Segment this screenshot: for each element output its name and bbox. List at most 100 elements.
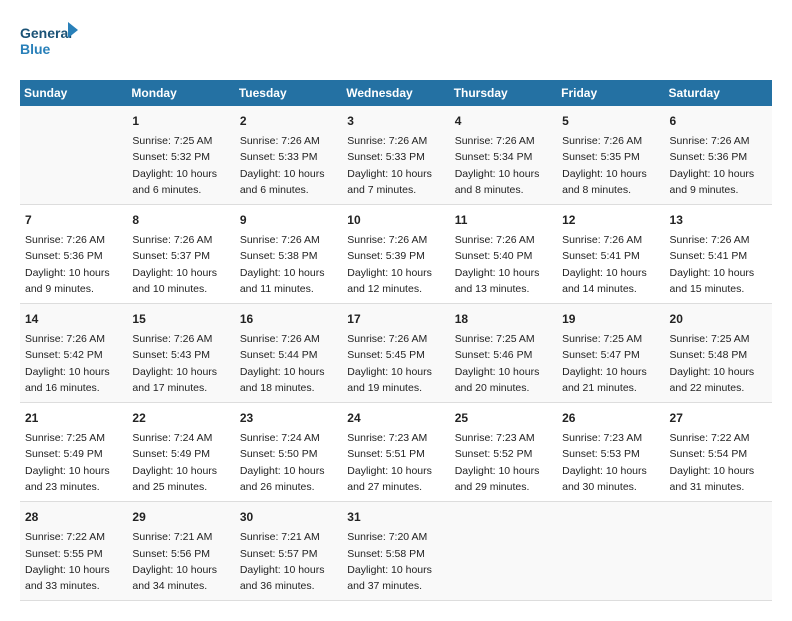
day-number: 31: [347, 508, 444, 526]
day-number: 18: [455, 310, 552, 328]
day-content: Sunrise: 7:26 AM Sunset: 5:41 PM Dayligh…: [562, 232, 659, 297]
day-header-wednesday: Wednesday: [342, 80, 449, 106]
calendar-cell: 2Sunrise: 7:26 AM Sunset: 5:33 PM Daylig…: [235, 106, 342, 205]
calendar-table: SundayMondayTuesdayWednesdayThursdayFrid…: [20, 80, 772, 601]
day-header-monday: Monday: [127, 80, 234, 106]
day-number: 15: [132, 310, 229, 328]
calendar-cell: 16 Sunrise: 7:26 AM Sunset: 5:44 PM Dayli…: [235, 304, 342, 403]
day-content: Sunrise: 7:23 AM Sunset: 5:51 PM Dayligh…: [347, 430, 444, 495]
day-content: Sunrise: 7:20 AM Sunset: 5:58 PM Dayligh…: [347, 529, 444, 594]
calendar-cell: 27 Sunrise: 7:22 AM Sunset: 5:54 PM Dayli…: [665, 403, 772, 502]
day-number: 13: [670, 211, 767, 229]
day-header-thursday: Thursday: [450, 80, 557, 106]
day-number: 8: [132, 211, 229, 229]
calendar-cell: 8 Sunrise: 7:26 AM Sunset: 5:37 PM Daylig…: [127, 205, 234, 304]
day-number: 11: [455, 211, 552, 229]
day-content: Sunrise: 7:26 AM Sunset: 5:43 PM Dayligh…: [132, 331, 229, 396]
day-number: 26: [562, 409, 659, 427]
day-number: 22: [132, 409, 229, 427]
day-number: 19: [562, 310, 659, 328]
calendar-cell: 19 Sunrise: 7:25 AM Sunset: 5:47 PM Dayli…: [557, 304, 664, 403]
day-number: 1: [132, 112, 229, 130]
day-content: Sunrise: 7:26 AM Sunset: 5:41 PM Dayligh…: [670, 232, 767, 297]
calendar-cell: 17Sunrise: 7:26 AM Sunset: 5:45 PM Dayli…: [342, 304, 449, 403]
day-number: 12: [562, 211, 659, 229]
day-number: 23: [240, 409, 337, 427]
day-content: Sunrise: 7:24 AM Sunset: 5:50 PM Dayligh…: [240, 430, 337, 495]
day-content: Sunrise: 7:26 AM Sunset: 5:36 PM Dayligh…: [670, 133, 767, 198]
day-number: 17: [347, 310, 444, 328]
day-number: 16: [240, 310, 337, 328]
calendar-cell: 4 Sunrise: 7:26 AM Sunset: 5:34 PM Daylig…: [450, 106, 557, 205]
day-number: 6: [670, 112, 767, 130]
day-content: Sunrise: 7:21 AM Sunset: 5:56 PM Dayligh…: [132, 529, 229, 594]
day-header-tuesday: Tuesday: [235, 80, 342, 106]
day-number: 30: [240, 508, 337, 526]
day-header-friday: Friday: [557, 80, 664, 106]
logo: GeneralBlue: [20, 20, 80, 60]
calendar-cell: 23 Sunrise: 7:24 AM Sunset: 5:50 PM Dayli…: [235, 403, 342, 502]
day-content: Sunrise: 7:24 AM Sunset: 5:49 PM Dayligh…: [132, 430, 229, 495]
week-row-4: 21Sunrise: 7:25 AM Sunset: 5:49 PM Dayli…: [20, 403, 772, 502]
week-row-1: 1 Sunrise: 7:25 AM Sunset: 5:32 PM Daylig…: [20, 106, 772, 205]
calendar-cell: 15 Sunrise: 7:26 AM Sunset: 5:43 PM Dayli…: [127, 304, 234, 403]
day-header-sunday: Sunday: [20, 80, 127, 106]
svg-text:General: General: [20, 25, 72, 41]
calendar-cell: [665, 502, 772, 601]
calendar-cell: 10 Sunrise: 7:26 AM Sunset: 5:39 PM Dayli…: [342, 205, 449, 304]
calendar-cell: 7Sunrise: 7:26 AM Sunset: 5:36 PM Daylig…: [20, 205, 127, 304]
calendar-cell: 9Sunrise: 7:26 AM Sunset: 5:38 PM Daylig…: [235, 205, 342, 304]
day-number: 10: [347, 211, 444, 229]
day-number: 14: [25, 310, 122, 328]
calendar-cell: 30 Sunrise: 7:21 AM Sunset: 5:57 PM Dayli…: [235, 502, 342, 601]
week-row-2: 7Sunrise: 7:26 AM Sunset: 5:36 PM Daylig…: [20, 205, 772, 304]
calendar-cell: 1 Sunrise: 7:25 AM Sunset: 5:32 PM Daylig…: [127, 106, 234, 205]
svg-text:Blue: Blue: [20, 41, 51, 57]
calendar-cell: 24 Sunrise: 7:23 AM Sunset: 5:51 PM Dayli…: [342, 403, 449, 502]
header-row: SundayMondayTuesdayWednesdayThursdayFrid…: [20, 80, 772, 106]
calendar-cell: 18Sunrise: 7:25 AM Sunset: 5:46 PM Dayli…: [450, 304, 557, 403]
calendar-cell: [557, 502, 664, 601]
day-content: Sunrise: 7:25 AM Sunset: 5:47 PM Dayligh…: [562, 331, 659, 396]
logo-svg: GeneralBlue: [20, 20, 80, 60]
calendar-cell: 26 Sunrise: 7:23 AM Sunset: 5:53 PM Dayli…: [557, 403, 664, 502]
day-content: Sunrise: 7:26 AM Sunset: 5:33 PM Dayligh…: [347, 133, 444, 198]
day-content: Sunrise: 7:21 AM Sunset: 5:57 PM Dayligh…: [240, 529, 337, 594]
day-content: Sunrise: 7:26 AM Sunset: 5:44 PM Dayligh…: [240, 331, 337, 396]
calendar-cell: 5 Sunrise: 7:26 AM Sunset: 5:35 PM Daylig…: [557, 106, 664, 205]
calendar-cell: 12 Sunrise: 7:26 AM Sunset: 5:41 PM Dayli…: [557, 205, 664, 304]
day-header-saturday: Saturday: [665, 80, 772, 106]
day-content: Sunrise: 7:26 AM Sunset: 5:40 PM Dayligh…: [455, 232, 552, 297]
calendar-cell: 13 Sunrise: 7:26 AM Sunset: 5:41 PM Dayli…: [665, 205, 772, 304]
day-content: Sunrise: 7:26 AM Sunset: 5:33 PM Dayligh…: [240, 133, 337, 198]
day-number: 25: [455, 409, 552, 427]
week-row-5: 28 Sunrise: 7:22 AM Sunset: 5:55 PM Dayli…: [20, 502, 772, 601]
day-content: Sunrise: 7:26 AM Sunset: 5:37 PM Dayligh…: [132, 232, 229, 297]
calendar-cell: 6 Sunrise: 7:26 AM Sunset: 5:36 PM Daylig…: [665, 106, 772, 205]
day-content: Sunrise: 7:26 AM Sunset: 5:35 PM Dayligh…: [562, 133, 659, 198]
day-number: 27: [670, 409, 767, 427]
day-content: Sunrise: 7:23 AM Sunset: 5:53 PM Dayligh…: [562, 430, 659, 495]
day-number: 4: [455, 112, 552, 130]
day-number: 5: [562, 112, 659, 130]
calendar-cell: 28 Sunrise: 7:22 AM Sunset: 5:55 PM Dayli…: [20, 502, 127, 601]
day-content: Sunrise: 7:22 AM Sunset: 5:55 PM Dayligh…: [25, 529, 122, 594]
calendar-cell: 21Sunrise: 7:25 AM Sunset: 5:49 PM Dayli…: [20, 403, 127, 502]
day-content: Sunrise: 7:25 AM Sunset: 5:49 PM Dayligh…: [25, 430, 122, 495]
day-number: 29: [132, 508, 229, 526]
calendar-cell: 25Sunrise: 7:23 AM Sunset: 5:52 PM Dayli…: [450, 403, 557, 502]
day-content: Sunrise: 7:26 AM Sunset: 5:34 PM Dayligh…: [455, 133, 552, 198]
day-number: 24: [347, 409, 444, 427]
day-content: Sunrise: 7:26 AM Sunset: 5:38 PM Dayligh…: [240, 232, 337, 297]
day-content: Sunrise: 7:22 AM Sunset: 5:54 PM Dayligh…: [670, 430, 767, 495]
day-content: Sunrise: 7:26 AM Sunset: 5:39 PM Dayligh…: [347, 232, 444, 297]
day-number: 20: [670, 310, 767, 328]
calendar-cell: 11 Sunrise: 7:26 AM Sunset: 5:40 PM Dayli…: [450, 205, 557, 304]
calendar-cell: 20 Sunrise: 7:25 AM Sunset: 5:48 PM Dayli…: [665, 304, 772, 403]
day-content: Sunrise: 7:25 AM Sunset: 5:32 PM Dayligh…: [132, 133, 229, 198]
day-content: Sunrise: 7:25 AM Sunset: 5:48 PM Dayligh…: [670, 331, 767, 396]
day-number: 28: [25, 508, 122, 526]
calendar-cell: [450, 502, 557, 601]
calendar-cell: [20, 106, 127, 205]
calendar-cell: 31 Sunrise: 7:20 AM Sunset: 5:58 PM Dayli…: [342, 502, 449, 601]
